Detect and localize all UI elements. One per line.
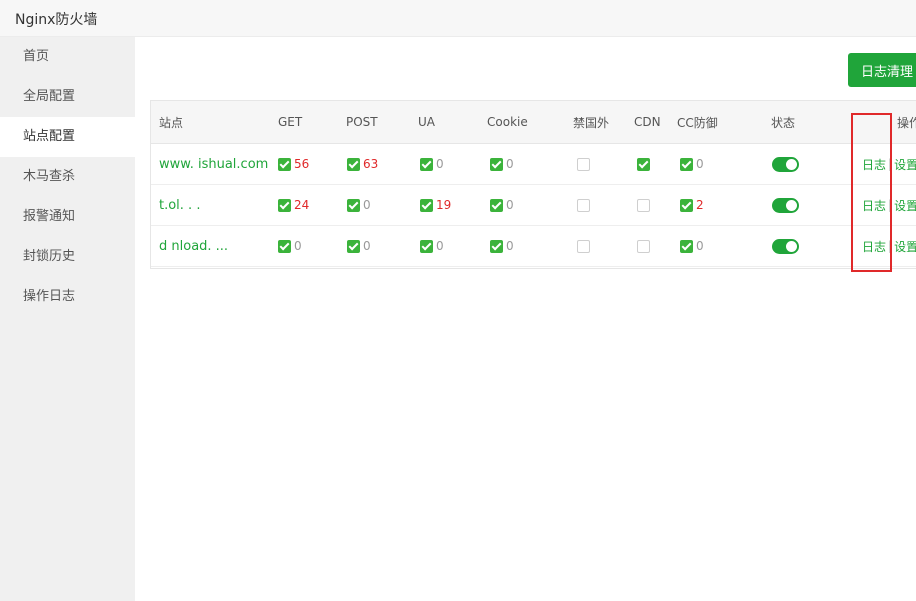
cookie-checkbox[interactable]	[490, 157, 503, 171]
header-get: GET	[278, 115, 303, 129]
sidebar-item-block-history[interactable]: 封锁历史	[0, 237, 135, 277]
ua-count: 0	[436, 239, 444, 253]
settings-link[interactable]: 设置	[894, 238, 916, 255]
table-row: d nload. ... 0 0 0 0 0 日志 | 设置	[151, 226, 916, 267]
post-checkbox[interactable]	[347, 157, 360, 171]
app-title: Nginx防火墙	[15, 12, 98, 28]
cc-checkbox[interactable]	[680, 198, 693, 212]
header-ua: UA	[418, 115, 435, 129]
sidebar-item-home[interactable]: 首页	[0, 37, 135, 77]
get-checkbox[interactable]	[278, 198, 291, 212]
header-cdn: CDN	[634, 115, 661, 129]
ua-count: 0	[436, 157, 444, 171]
post-checkbox[interactable]	[347, 239, 360, 253]
log-link[interactable]: 日志	[862, 156, 886, 173]
header-status: 状态	[771, 115, 796, 130]
site-name[interactable]: d nload. ...	[159, 226, 228, 266]
ua-count: 19	[436, 198, 452, 212]
cdn-checkbox[interactable]	[637, 198, 650, 212]
settings-link[interactable]: 设置	[894, 156, 916, 173]
clean-log-button[interactable]: 日志清理	[848, 53, 916, 87]
settings-link[interactable]: 设置	[894, 197, 916, 214]
cc-count: 2	[696, 198, 704, 212]
post-count: 63	[363, 157, 379, 171]
cookie-count: 0	[506, 239, 514, 253]
foreign-block-checkbox[interactable]	[577, 157, 590, 171]
table-row: t.ol. . . 24 0 19 0 2 日志 | 设置	[151, 185, 916, 226]
ua-checkbox[interactable]	[420, 157, 433, 171]
cookie-count: 0	[506, 198, 514, 212]
header-site: 站点	[159, 115, 184, 130]
cookie-checkbox[interactable]	[490, 239, 503, 253]
log-link[interactable]: 日志	[862, 197, 886, 214]
status-toggle[interactable]	[772, 238, 799, 254]
get-count: 56	[294, 157, 310, 171]
get-checkbox[interactable]	[278, 239, 291, 253]
main-content: 日志清理 站点 GET POST UA Cookie 禁国外 CDN CC防御 …	[135, 37, 916, 601]
cookie-count: 0	[506, 157, 514, 171]
sidebar-item-global-config[interactable]: 全局配置	[0, 77, 135, 117]
post-count: 0	[363, 239, 371, 253]
sidebar-item-operation-log[interactable]: 操作日志	[0, 277, 135, 317]
get-checkbox[interactable]	[278, 157, 291, 171]
sidebar-item-site-config[interactable]: 站点配置	[0, 117, 135, 157]
header-cookie: Cookie	[487, 115, 528, 129]
sidebar-item-alert-notify[interactable]: 报警通知	[0, 197, 135, 237]
get-count: 24	[294, 198, 310, 212]
cc-checkbox[interactable]	[680, 157, 693, 171]
cc-count: 0	[696, 239, 704, 253]
site-table: 站点 GET POST UA Cookie 禁国外 CDN CC防御 状态 操作…	[150, 100, 916, 269]
post-count: 0	[363, 198, 371, 212]
window-titlebar: Nginx防火墙	[0, 0, 916, 37]
site-name[interactable]: www. ishual.com	[159, 144, 268, 184]
ua-checkbox[interactable]	[420, 239, 433, 253]
header-actions: 操作	[897, 115, 916, 130]
ua-checkbox[interactable]	[420, 198, 433, 212]
post-checkbox[interactable]	[347, 198, 360, 212]
get-count: 0	[294, 239, 302, 253]
sidebar: 首页 全局配置 站点配置 木马查杀 报警通知 封锁历史 操作日志	[0, 37, 135, 601]
header-cc: CC防御	[677, 115, 718, 130]
header-foreign: 禁国外	[573, 115, 610, 130]
site-name[interactable]: t.ol. . .	[159, 185, 200, 225]
table-header: 站点 GET POST UA Cookie 禁国外 CDN CC防御 状态 操作	[151, 101, 916, 144]
cdn-checkbox[interactable]	[637, 157, 650, 171]
status-toggle[interactable]	[772, 197, 799, 213]
cdn-checkbox[interactable]	[637, 239, 650, 253]
log-link[interactable]: 日志	[862, 238, 886, 255]
cc-checkbox[interactable]	[680, 239, 693, 253]
status-toggle[interactable]	[772, 156, 799, 172]
foreign-block-checkbox[interactable]	[577, 198, 590, 212]
sidebar-item-trojan-scan[interactable]: 木马查杀	[0, 157, 135, 197]
table-row: www. ishual.com 56 63 0 0 0 日志 | 设置	[151, 144, 916, 185]
header-post: POST	[346, 115, 378, 129]
foreign-block-checkbox[interactable]	[577, 239, 590, 253]
cookie-checkbox[interactable]	[490, 198, 503, 212]
cc-count: 0	[696, 157, 704, 171]
